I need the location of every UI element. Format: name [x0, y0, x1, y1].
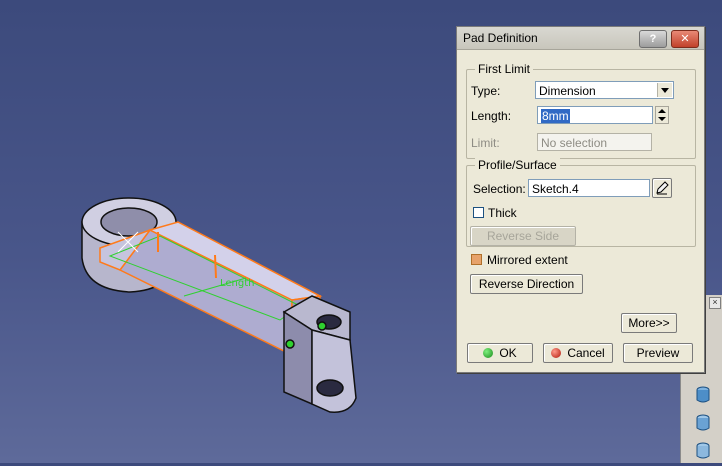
- cylinder-icon[interactable]: [693, 385, 713, 405]
- first-limit-title: First Limit: [475, 62, 533, 76]
- ok-icon: [483, 348, 494, 358]
- sketcher-edit-button[interactable]: [652, 178, 672, 198]
- selection-label: Selection:: [473, 182, 526, 196]
- toolbar-close-icon[interactable]: ×: [709, 297, 721, 309]
- chevron-down-icon[interactable]: [657, 83, 672, 97]
- dimension-label: Length: [220, 278, 255, 289]
- pencil-icon: [656, 181, 669, 195]
- length-value: 8mm: [541, 109, 570, 123]
- bracket: [282, 295, 357, 413]
- mirrored-extent-checkbox[interactable]: [471, 254, 482, 265]
- profile-surface-title: Profile/Surface: [475, 158, 560, 172]
- thick-label: Thick: [488, 206, 517, 220]
- reverse-side-button: Reverse Side: [470, 226, 576, 246]
- cancel-label: Cancel: [567, 346, 605, 360]
- spin-up-icon[interactable]: [658, 109, 666, 113]
- length-label: Length:: [471, 109, 512, 123]
- type-value: Dimension: [539, 84, 596, 98]
- selection-value: Sketch.4: [532, 182, 579, 196]
- mirrored-extent-label: Mirrored extent: [487, 253, 568, 267]
- preview-button[interactable]: Preview: [623, 343, 693, 363]
- dialog-titlebar[interactable]: Pad Definition ? ✕: [457, 27, 704, 50]
- pad-definition-dialog: Pad Definition ? ✕ First Limit Type: Dim…: [456, 26, 705, 373]
- limit-label: Limit:: [471, 136, 500, 150]
- thick-checkbox[interactable]: [473, 207, 484, 218]
- help-button[interactable]: ?: [639, 30, 667, 48]
- type-dropdown[interactable]: Dimension: [535, 81, 674, 99]
- cancel-icon: [551, 348, 562, 358]
- dialog-title: Pad Definition: [463, 31, 538, 45]
- type-label: Type:: [471, 84, 501, 98]
- ok-button[interactable]: OK: [467, 343, 533, 363]
- more-button[interactable]: More>>: [621, 313, 677, 333]
- spin-down-icon[interactable]: [658, 117, 666, 121]
- close-button[interactable]: ✕: [671, 30, 699, 48]
- limit-field: No selection: [537, 133, 652, 151]
- cylinder-icon[interactable]: [693, 413, 713, 433]
- cylinder-icon[interactable]: [693, 441, 713, 461]
- length-spinner[interactable]: [655, 106, 669, 124]
- ok-label: OK: [499, 346, 517, 360]
- cancel-button[interactable]: Cancel: [543, 343, 613, 363]
- length-input[interactable]: 8mm: [537, 106, 653, 124]
- limit-value: No selection: [541, 136, 608, 150]
- selection-field[interactable]: Sketch.4: [528, 179, 650, 197]
- reverse-direction-button[interactable]: Reverse Direction: [470, 274, 583, 294]
